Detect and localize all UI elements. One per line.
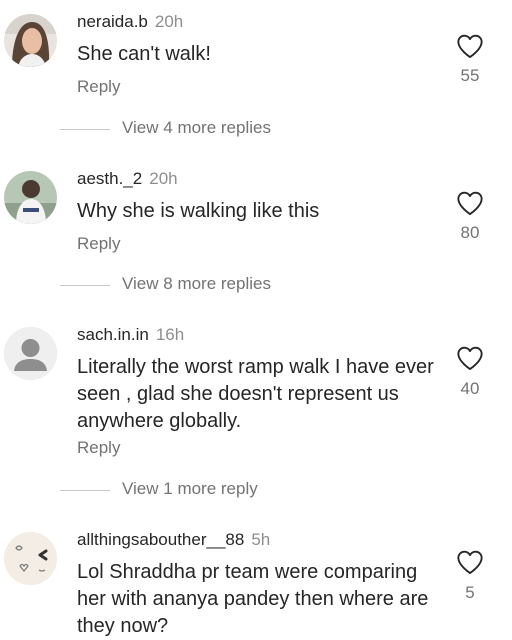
divider-line <box>60 129 110 130</box>
heart-icon <box>457 191 483 216</box>
comment-text: Lol Shraddha pr team were comparing her … <box>77 561 429 637</box>
username[interactable]: aesth._2 <box>77 169 142 188</box>
like-button[interactable] <box>456 549 484 575</box>
comment-text: Why she is walking like this <box>77 200 320 222</box>
heart-icon <box>457 550 483 575</box>
comment-meta: neraida.b 20h <box>77 12 183 32</box>
like-button[interactable] <box>456 345 484 371</box>
divider-line <box>60 285 110 286</box>
avatar[interactable] <box>4 532 57 585</box>
divider-line <box>60 490 110 491</box>
username[interactable]: allthingsabouther__88 <box>77 530 244 549</box>
username[interactable]: sach.in.in <box>77 325 149 344</box>
view-more-label[interactable]: View 4 more replies <box>122 118 271 138</box>
comment-item: aesth._2 20h Why she is walking like this… <box>0 150 512 305</box>
comment-meta: allthingsabouther__88 5h <box>77 530 270 550</box>
profile-photo-icon <box>4 171 57 224</box>
comment-text: Literally the worst ramp walk I have eve… <box>77 356 434 432</box>
avatar[interactable] <box>4 171 57 224</box>
username[interactable]: neraida.b <box>77 12 148 31</box>
doodle-avatar-icon <box>4 532 57 585</box>
heart-icon <box>457 34 483 59</box>
profile-photo-icon <box>4 14 57 67</box>
timestamp: 5h <box>251 530 271 549</box>
like-count: 80 <box>460 223 480 242</box>
like-count: 55 <box>460 66 480 85</box>
view-more-label[interactable]: View 8 more replies <box>122 274 271 294</box>
avatar[interactable] <box>4 14 57 67</box>
heart-icon <box>457 346 483 371</box>
like-count: 40 <box>460 379 480 398</box>
default-user-icon <box>4 327 57 380</box>
comment-item: neraida.b 20h She can't walk! Reply 55 Vi… <box>0 0 512 150</box>
comment-item: allthingsabouther__88 5h Lol Shraddha pr … <box>0 510 512 640</box>
timestamp: 16h <box>155 325 185 344</box>
comment-meta: sach.in.in 16h <box>77 325 184 345</box>
reply-button[interactable]: Reply <box>77 234 120 254</box>
reply-button[interactable]: Reply <box>77 438 120 458</box>
comment-meta: aesth._2 20h <box>77 169 178 189</box>
like-count: 5 <box>465 583 475 602</box>
reply-button[interactable]: Reply <box>77 77 120 97</box>
like-button[interactable] <box>456 33 484 59</box>
view-more-label[interactable]: View 1 more reply <box>122 479 258 499</box>
avatar[interactable] <box>4 327 57 380</box>
timestamp: 20h <box>149 169 178 188</box>
comment-item: sach.in.in 16h Literally the worst ramp w… <box>0 305 512 510</box>
like-button[interactable] <box>456 190 484 216</box>
timestamp: 20h <box>154 12 184 31</box>
comment-text: She can't walk! <box>77 43 211 65</box>
